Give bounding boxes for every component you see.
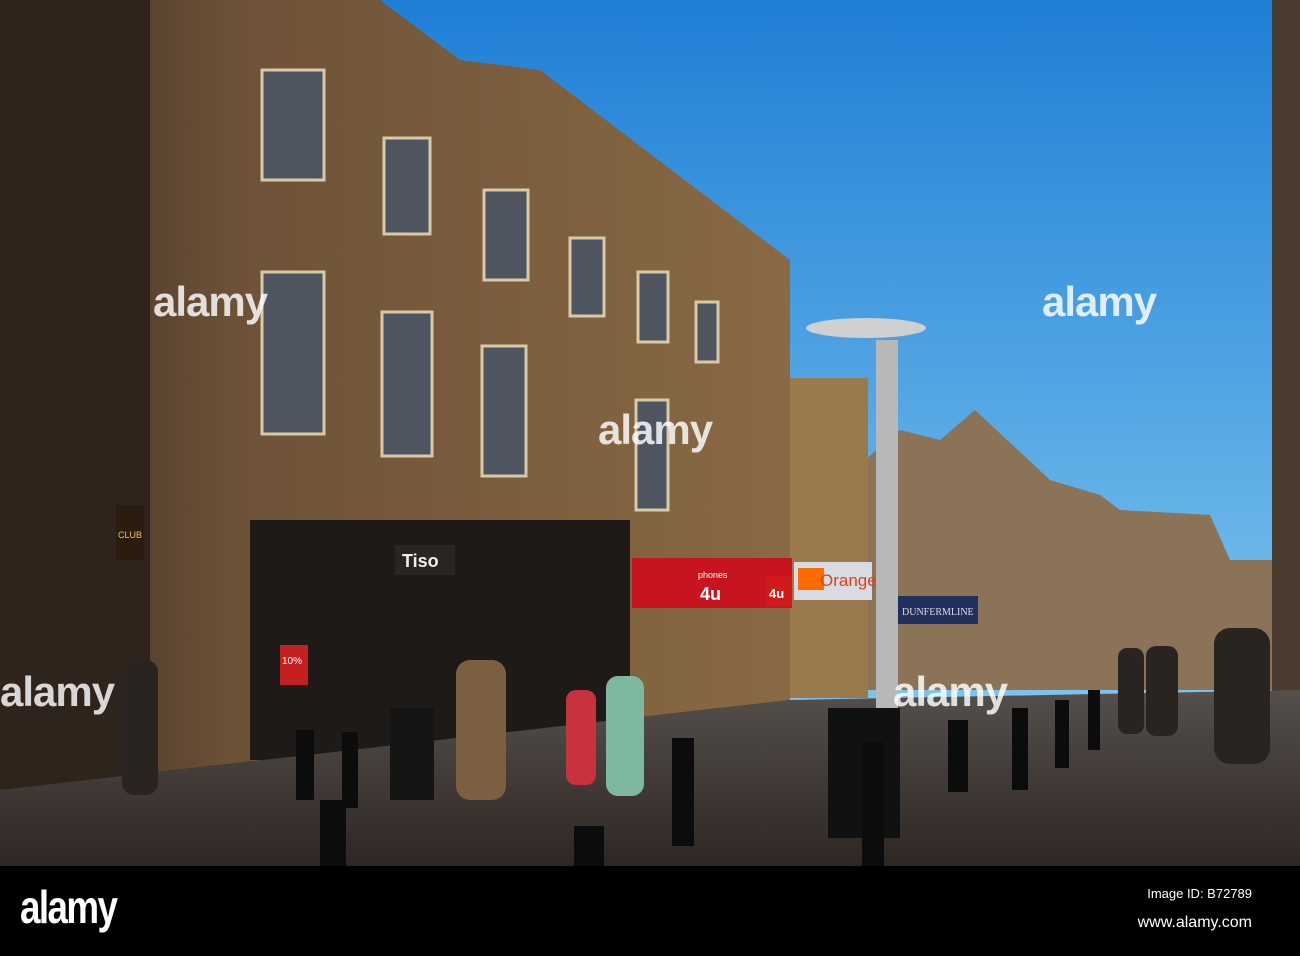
club-sign-text: CLUB	[118, 530, 142, 540]
image-id: Image ID: B72789	[1147, 886, 1252, 901]
phones-sign-text: phones	[698, 570, 728, 580]
street-scene-photo: Tiso phones 4u 4u Orange DUNFERMLINE CLU…	[0, 0, 1300, 866]
4u-hanging-text: 4u	[769, 586, 784, 601]
watermark: alamy	[598, 406, 714, 453]
watermark: alamy	[153, 278, 269, 325]
watermark: alamy	[0, 668, 116, 715]
watermark: alamy	[893, 668, 1009, 715]
footer-bar: alamy Image ID: B72789 www.alamy.com	[0, 866, 1300, 956]
dunfermline-sign-text: DUNFERMLINE	[902, 607, 974, 618]
street-lamp-head	[806, 318, 926, 338]
watermark: alamy	[1042, 278, 1158, 325]
mid-building	[790, 378, 868, 698]
discount-sign-text: 10%	[282, 656, 302, 667]
orange-sign-text: Orange	[820, 571, 877, 590]
website-link[interactable]: www.alamy.com	[1138, 914, 1252, 932]
4u-sign-text: 4u	[700, 584, 721, 604]
tiso-sign-text: Tiso	[402, 551, 439, 571]
right-building	[1272, 0, 1300, 700]
litter-bin	[390, 708, 434, 800]
alamy-logo: alamy	[20, 881, 118, 933]
